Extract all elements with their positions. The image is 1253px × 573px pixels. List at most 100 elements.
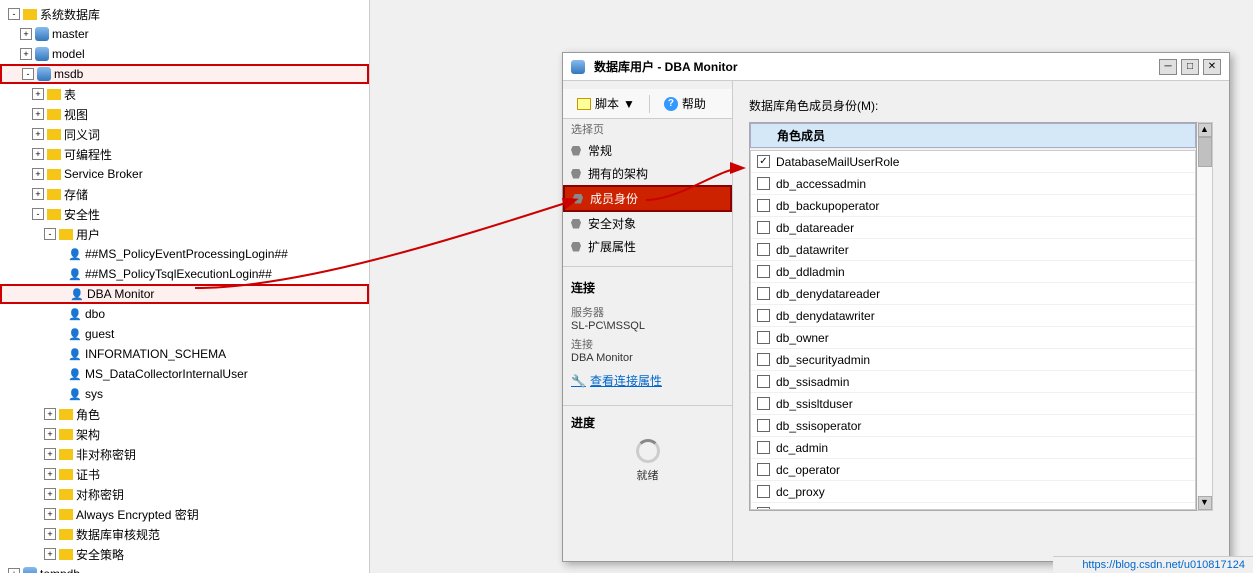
role-checkbox[interactable] xyxy=(757,265,770,278)
sidebar-item-secure-objects[interactable]: 安全对象 xyxy=(563,212,732,235)
role-checkbox[interactable] xyxy=(757,177,770,190)
role-list-scrollbar[interactable]: ▲ ▼ xyxy=(1197,122,1213,511)
role-item-dc-operator[interactable]: dc_operator xyxy=(751,459,1195,481)
tree-item-存储[interactable]: + 存储 xyxy=(0,184,369,204)
expander-icon[interactable]: + xyxy=(44,408,56,420)
role-checkbox[interactable] xyxy=(757,155,770,168)
tree-item-ms-policy-event[interactable]: 👤 ##MS_PolicyEventProcessingLogin## xyxy=(0,244,369,264)
tree-item-视图[interactable]: + 视图 xyxy=(0,104,369,124)
tree-item-always-encrypted[interactable]: + Always Encrypted 密钥 xyxy=(0,504,369,524)
expander-icon[interactable]: + xyxy=(44,548,56,560)
role-item-db-securityadmin[interactable]: db_securityadmin xyxy=(751,349,1195,371)
role-item-db-ssisadmin[interactable]: db_ssisadmin xyxy=(751,371,1195,393)
role-checkbox[interactable] xyxy=(757,441,770,454)
scroll-down-button[interactable]: ▼ xyxy=(1198,496,1212,510)
expander-icon[interactable]: + xyxy=(44,488,56,500)
tree-item-系统数据库[interactable]: - 系统数据库 xyxy=(0,4,369,24)
script-button[interactable]: 脚本 ▼ xyxy=(571,93,641,114)
tree-item-对称密钥[interactable]: + 对称密钥 xyxy=(0,484,369,504)
sidebar-item-owned-schema[interactable]: 拥有的架构 xyxy=(563,162,732,185)
tree-item-证书[interactable]: + 证书 xyxy=(0,464,369,484)
sidebar-item-ext-props[interactable]: 扩展属性 xyxy=(563,235,732,258)
tree-item-tempdb[interactable]: + tempdb xyxy=(0,564,369,573)
expander-icon[interactable]: + xyxy=(20,48,32,60)
role-item-db-datawriter[interactable]: db_datawriter xyxy=(751,239,1195,261)
maximize-button[interactable]: □ xyxy=(1181,59,1199,75)
tree-item-security-policy[interactable]: + 安全策略 xyxy=(0,544,369,564)
role-item-db-ssisoperator[interactable]: db_ssisoperator xyxy=(751,415,1195,437)
expander-icon[interactable]: + xyxy=(44,428,56,440)
sidebar-item-membership[interactable]: 成员身份 xyxy=(563,185,732,212)
help-button[interactable]: ? 帮助 xyxy=(658,93,712,114)
tree-item-ms-policy-tsql[interactable]: 👤 ##MS_PolicyTsqlExecutionLogin## xyxy=(0,264,369,284)
scroll-up-button[interactable]: ▲ xyxy=(1198,123,1212,137)
role-item-db-ssisltduser[interactable]: db_ssisltduser xyxy=(751,393,1195,415)
tree-item-架构[interactable]: + 架构 xyxy=(0,424,369,444)
role-item-db-backupoperator[interactable]: db_backupoperator xyxy=(751,195,1195,217)
role-checkbox[interactable] xyxy=(757,243,770,256)
tree-item-dba-monitor[interactable]: 👤 DBA Monitor xyxy=(0,284,369,304)
expander-icon[interactable]: + xyxy=(8,568,20,573)
tree-item-用户[interactable]: - 用户 xyxy=(0,224,369,244)
role-item-dc-admin[interactable]: dc_admin xyxy=(751,437,1195,459)
role-checkbox[interactable] xyxy=(757,419,770,432)
script-dropdown-icon[interactable]: ▼ xyxy=(623,97,635,111)
role-item-db-accessadmin[interactable]: db_accessadmin xyxy=(751,173,1195,195)
expander-icon[interactable]: + xyxy=(32,188,44,200)
tree-item-dbo[interactable]: 👤 dbo xyxy=(0,304,369,324)
expander-icon[interactable]: + xyxy=(20,28,32,40)
tree-item-db-audit[interactable]: + 数据库审核规范 xyxy=(0,524,369,544)
tree-item-可编程性[interactable]: + 可编程性 xyxy=(0,144,369,164)
expander-icon[interactable]: + xyxy=(32,108,44,120)
role-checkbox[interactable] xyxy=(757,485,770,498)
role-checkbox[interactable] xyxy=(757,331,770,344)
tree-item-sys[interactable]: 👤 sys xyxy=(0,384,369,404)
expander-icon[interactable]: + xyxy=(32,128,44,140)
tree-item-info-schema[interactable]: 👤 INFORMATION_SCHEMA xyxy=(0,344,369,364)
tree-item-安全性[interactable]: - 安全性 xyxy=(0,204,369,224)
role-item-db-owner[interactable]: db_owner xyxy=(751,327,1195,349)
role-checkbox[interactable] xyxy=(757,221,770,234)
role-item-policy-admin[interactable]: PolicyAdministratorRole xyxy=(751,503,1195,510)
tree-item-同义词[interactable]: + 同义词 xyxy=(0,124,369,144)
expander-icon[interactable]: - xyxy=(8,8,20,20)
expander-icon[interactable]: + xyxy=(44,468,56,480)
expander-icon[interactable]: + xyxy=(44,528,56,540)
expander-icon[interactable]: + xyxy=(32,88,44,100)
role-checkbox[interactable] xyxy=(757,463,770,476)
tree-item-角色[interactable]: + 角色 xyxy=(0,404,369,424)
role-checkbox[interactable] xyxy=(757,397,770,410)
tree-item-msdb[interactable]: - msdb xyxy=(0,64,369,84)
role-item-DatabaseMailUserRole[interactable]: DatabaseMailUserRole xyxy=(751,151,1195,173)
role-checkbox[interactable] xyxy=(757,353,770,366)
sidebar-item-general[interactable]: 常规 xyxy=(563,139,732,162)
role-checkbox[interactable] xyxy=(757,287,770,300)
view-connection-props-link[interactable]: 🔧 查看连接属性 xyxy=(571,372,724,389)
role-checkbox[interactable] xyxy=(757,507,770,510)
role-checkbox[interactable] xyxy=(757,199,770,212)
role-item-dc-proxy[interactable]: dc_proxy xyxy=(751,481,1195,503)
tree-item-表[interactable]: + 表 xyxy=(0,84,369,104)
expander-icon[interactable]: - xyxy=(32,208,44,220)
expander-icon[interactable]: + xyxy=(32,168,44,180)
tree-item-service-broker[interactable]: + Service Broker xyxy=(0,164,369,184)
role-item-db-denydatawriter[interactable]: db_denydatawriter xyxy=(751,305,1195,327)
minimize-button[interactable]: ─ xyxy=(1159,59,1177,75)
close-button[interactable]: ✕ xyxy=(1203,59,1221,75)
role-item-db-ddladmin[interactable]: db_ddladmin xyxy=(751,261,1195,283)
tree-item-guest[interactable]: 👤 guest xyxy=(0,324,369,344)
role-item-db-denydatareader[interactable]: db_denydatareader xyxy=(751,283,1195,305)
expander-icon[interactable]: - xyxy=(44,228,56,240)
expander-icon[interactable]: + xyxy=(44,448,56,460)
tree-item-ms-datacollector[interactable]: 👤 MS_DataCollectorInternalUser xyxy=(0,364,369,384)
role-item-db-datareader[interactable]: db_datareader xyxy=(751,217,1195,239)
tree-item-非对称密钥[interactable]: + 非对称密钥 xyxy=(0,444,369,464)
expander-icon[interactable]: + xyxy=(32,148,44,160)
expander-icon[interactable]: - xyxy=(22,68,34,80)
scroll-thumb[interactable] xyxy=(1198,137,1212,167)
role-checkbox[interactable] xyxy=(757,309,770,322)
expander-icon[interactable]: + xyxy=(44,508,56,520)
tree-item-master[interactable]: + master xyxy=(0,24,369,44)
tree-item-model[interactable]: + model xyxy=(0,44,369,64)
role-checkbox[interactable] xyxy=(757,375,770,388)
